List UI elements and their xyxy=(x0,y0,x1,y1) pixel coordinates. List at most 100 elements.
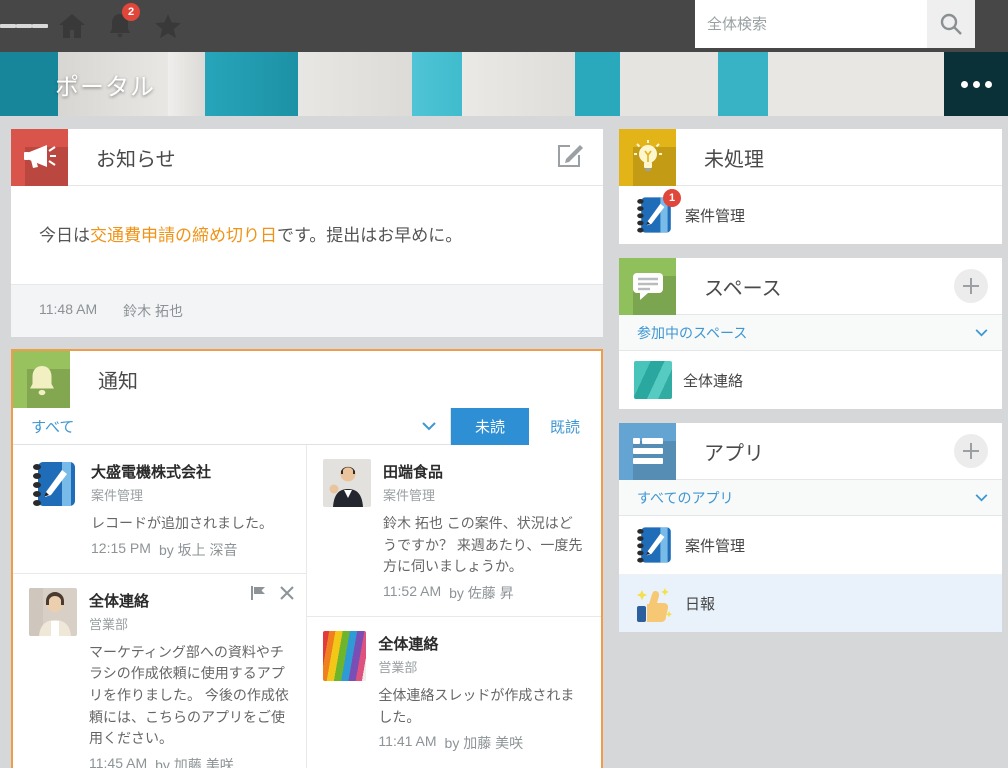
notifications-bell-icon[interactable]: 2 xyxy=(96,0,144,52)
spaces-filter-dropdown[interactable]: 参加中のスペース xyxy=(619,315,1002,351)
notification-filter-row: すべて 未読 既読 xyxy=(13,408,601,445)
app-item-anken[interactable]: 案件管理 xyxy=(619,516,1002,574)
speech-bubble-icon-glyph xyxy=(632,271,664,301)
notification-item-author: by 坂上 深音 xyxy=(159,540,238,560)
announcement-title: お知らせ xyxy=(96,143,556,172)
notification-item-body: 鈴木 拓也 この案件、状況はどうですか？ 来週あたり、一度先方に伺いましょうか。 xyxy=(383,513,585,578)
home-icon-glyph xyxy=(58,13,86,39)
notification-item-title: 田端食品 xyxy=(383,459,585,482)
speech-bubble-icon xyxy=(619,258,676,315)
spaces-widget: スペース 参加中のスペース 全体連絡 xyxy=(619,258,1002,409)
app-list-icon-glyph xyxy=(632,437,664,465)
app-notebook-icon xyxy=(29,459,79,509)
avatar xyxy=(29,588,77,636)
portal-more-icon[interactable] xyxy=(944,52,1008,116)
notification-item-space: 営業部 xyxy=(89,614,290,633)
global-search xyxy=(695,0,975,48)
unprocessed-item-anken[interactable]: 1 案件管理 xyxy=(619,186,1002,244)
edit-announcement-button[interactable] xyxy=(556,142,583,172)
star-icon-glyph xyxy=(154,13,182,40)
app-item-nippo[interactable]: 日報 xyxy=(619,574,1002,632)
notification-item-title: 大盛電機株式会社 xyxy=(91,459,273,482)
notification-filter-dropdown[interactable]: すべて xyxy=(13,408,451,444)
apps-header: アプリ xyxy=(619,423,1002,480)
notification-filter-value: すべて xyxy=(31,416,422,437)
edit-icon xyxy=(556,142,583,169)
notification-item-time: 12:15 PM xyxy=(91,540,151,560)
lightbulb-icon-glyph xyxy=(632,140,664,174)
notification-item-time: 11:41 AM xyxy=(378,733,436,753)
lightbulb-icon xyxy=(619,129,676,186)
portal-content: お知らせ 今日は交通費申請の締め切り日です。提出はお早めに。 11:48 AM … xyxy=(0,116,1008,768)
announcement-author[interactable]: 鈴木 拓也 xyxy=(123,301,183,321)
announcement-header: お知らせ xyxy=(11,129,603,186)
search-input[interactable] xyxy=(695,0,927,48)
notification-item[interactable]: 全体連絡 営業部 全体連絡スレッドが作成されました。 11:41 AMby 加藤… xyxy=(307,617,601,766)
home-icon[interactable] xyxy=(48,0,96,52)
space-cover-thumbnail xyxy=(323,631,366,681)
favorites-star-icon[interactable] xyxy=(144,0,192,52)
announcement-body: 今日は交通費申請の締め切り日です。提出はお早めに。 xyxy=(11,186,603,284)
notification-item-app: 案件管理 xyxy=(383,485,585,504)
thumbs-up-icon xyxy=(634,584,674,624)
notification-bell-tile-icon xyxy=(13,351,70,408)
notification-item[interactable]: 大盛電機株式会社 案件管理 レコードが追加されました。 12:15 PM by 坂… xyxy=(13,445,306,574)
spaces-filter-value: 参加中のスペース xyxy=(637,323,975,343)
chevron-down-icon xyxy=(975,329,988,337)
announcement-time: 11:48 AM xyxy=(39,301,97,321)
notification-item[interactable]: 田端食品 案件管理 鈴木 拓也 この案件、状況はどうですか？ 来週あたり、一度先… xyxy=(307,445,601,617)
apps-filter-value: すべてのアプリ xyxy=(637,488,975,508)
announcement-footer: 11:48 AM 鈴木 拓也 xyxy=(11,284,603,337)
plus-icon xyxy=(962,277,980,295)
flag-icon-glyph xyxy=(250,586,266,600)
add-app-button[interactable] xyxy=(954,434,988,468)
notification-item-body: レコードが追加されました。 xyxy=(91,513,273,535)
space-item-label: 全体連絡 xyxy=(683,370,743,391)
bell-tile-icon-glyph xyxy=(27,364,57,396)
search-button[interactable] xyxy=(927,0,975,48)
space-thumbnail xyxy=(634,361,672,399)
apps-title: アプリ xyxy=(704,437,954,466)
notification-count-badge: 2 xyxy=(122,3,140,21)
unprocessed-header: 未処理 xyxy=(619,129,1002,186)
close-icon-glyph xyxy=(280,586,294,600)
unprocessed-title: 未処理 xyxy=(704,143,1002,172)
close-icon[interactable] xyxy=(280,586,294,603)
app-notebook-icon xyxy=(634,525,674,565)
notification-item-author: by 加藤 美咲 xyxy=(155,755,234,768)
announcement-text-suffix: です。提出はお早めに。 xyxy=(277,226,462,245)
menu-icon[interactable] xyxy=(0,0,48,52)
notification-item-space: 営業部 xyxy=(378,657,585,676)
apps-widget: アプリ すべてのアプリ 案件管理 日報 xyxy=(619,423,1002,632)
megaphone-icon xyxy=(11,129,68,186)
spaces-header: スペース xyxy=(619,258,1002,315)
notifications-header: 通知 xyxy=(13,351,601,408)
spaces-title: スペース xyxy=(704,272,954,301)
apps-filter-dropdown[interactable]: すべてのアプリ xyxy=(619,480,1002,516)
plus-icon xyxy=(962,442,980,460)
notification-item-body: マーケティング部への資料やチラシの作成依頼に使用するアプリを作りました。 今後の… xyxy=(89,642,290,750)
unprocessed-count-badge: 1 xyxy=(663,189,681,207)
notification-item-time: 11:52 AM xyxy=(383,583,441,603)
notifications-widget: 通知 すべて 未読 既読 大盛電機株式会社 案件管理 xyxy=(11,349,603,768)
notification-item-time: 11:45 AM xyxy=(89,755,147,768)
page-title: ポータル xyxy=(55,67,155,102)
read-tab-button[interactable]: 既読 xyxy=(529,408,601,445)
notification-item-app: 案件管理 xyxy=(91,485,273,504)
app-item-label: 案件管理 xyxy=(685,535,745,556)
app-item-label: 日報 xyxy=(685,593,715,614)
unread-tab-button[interactable]: 未読 xyxy=(451,408,529,445)
space-item-zentai[interactable]: 全体連絡 xyxy=(619,351,1002,409)
add-space-button[interactable] xyxy=(954,269,988,303)
announcement-text: 今日は xyxy=(39,226,90,245)
notification-item[interactable]: 全体連絡 営業部 マーケティング部への資料やチラシの作成依頼に使用するアプリを作… xyxy=(13,574,306,768)
avatar xyxy=(323,459,371,507)
notification-item-author: by 佐藤 昇 xyxy=(449,583,514,603)
unprocessed-item-label: 案件管理 xyxy=(685,205,745,226)
announcement-widget: お知らせ 今日は交通費申請の締め切り日です。提出はお早めに。 11:48 AM … xyxy=(11,129,603,337)
flag-icon[interactable] xyxy=(250,586,266,603)
notification-list: 大盛電機株式会社 案件管理 レコードが追加されました。 12:15 PM by 坂… xyxy=(13,445,601,768)
notification-item-body: 全体連絡スレッドが作成されました。 xyxy=(378,685,585,728)
notifications-title: 通知 xyxy=(98,365,601,394)
chevron-down-icon xyxy=(975,494,988,502)
